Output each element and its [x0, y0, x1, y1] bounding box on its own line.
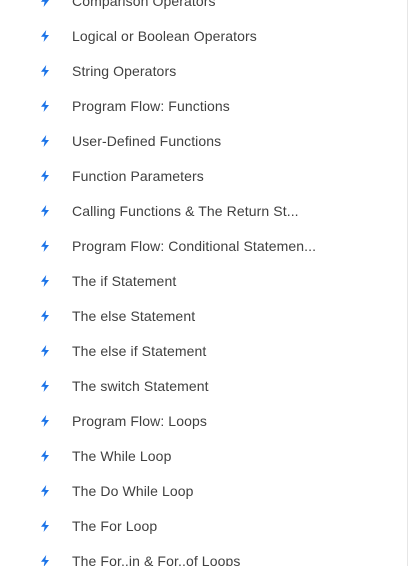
lightning-bolt-icon — [40, 29, 50, 42]
lightning-bolt-icon — [40, 449, 50, 462]
lesson-label: The For..in & For..of Loops — [72, 552, 241, 566]
lesson-item-comparison-operators[interactable]: Comparison Operators — [0, 0, 406, 18]
lesson-item-for-loop[interactable]: The For Loop — [0, 508, 406, 543]
lesson-label: Calling Functions & The Return St... — [72, 202, 299, 219]
lightning-bolt-icon — [40, 0, 50, 7]
lesson-label: The if Statement — [72, 272, 177, 289]
lesson-item-else-if-statement[interactable]: The else if Statement — [0, 333, 406, 368]
lesson-label: Comparison Operators — [72, 0, 216, 9]
lesson-list: Comparison Operators Logical or Boolean … — [0, 0, 406, 566]
lightning-bolt-icon — [40, 309, 50, 322]
lightning-bolt-icon — [40, 519, 50, 532]
lesson-item-calling-functions[interactable]: Calling Functions & The Return St... — [0, 193, 406, 228]
lightning-bolt-icon — [40, 169, 50, 182]
lesson-label: Program Flow: Functions — [72, 97, 230, 114]
lightning-bolt-icon — [40, 484, 50, 497]
lightning-bolt-icon — [40, 99, 50, 112]
lesson-item-else-statement[interactable]: The else Statement — [0, 298, 406, 333]
panel-border — [407, 0, 408, 566]
lesson-label: Program Flow: Loops — [72, 412, 207, 429]
lesson-item-switch-statement[interactable]: The switch Statement — [0, 368, 406, 403]
lesson-label: The While Loop — [72, 447, 172, 464]
lesson-label: The For Loop — [72, 517, 158, 534]
lightning-bolt-icon — [40, 554, 50, 566]
lesson-item-if-statement[interactable]: The if Statement — [0, 263, 406, 298]
lightning-bolt-icon — [40, 204, 50, 217]
lesson-item-program-flow-functions[interactable]: Program Flow: Functions — [0, 88, 406, 123]
lesson-label: The Do While Loop — [72, 482, 194, 499]
lightning-bolt-icon — [40, 239, 50, 252]
lesson-item-logical-operators[interactable]: Logical or Boolean Operators — [0, 18, 406, 53]
lesson-item-for-in-for-of-loops[interactable]: The For..in & For..of Loops — [0, 543, 406, 566]
lesson-label: The switch Statement — [72, 377, 209, 394]
lesson-label: Program Flow: Conditional Statemen... — [72, 237, 317, 254]
lightning-bolt-icon — [40, 134, 50, 147]
lesson-item-string-operators[interactable]: String Operators — [0, 53, 406, 88]
lightning-bolt-icon — [40, 344, 50, 357]
lesson-item-conditional-statements[interactable]: Program Flow: Conditional Statemen... — [0, 228, 406, 263]
lesson-item-user-defined-functions[interactable]: User-Defined Functions — [0, 123, 406, 158]
lightning-bolt-icon — [40, 274, 50, 287]
lesson-item-while-loop[interactable]: The While Loop — [0, 438, 406, 473]
lightning-bolt-icon — [40, 64, 50, 77]
lesson-item-program-flow-loops[interactable]: Program Flow: Loops — [0, 403, 406, 438]
lesson-label: The else if Statement — [72, 342, 207, 359]
lesson-label: String Operators — [72, 62, 177, 79]
lesson-label: User-Defined Functions — [72, 132, 222, 149]
lightning-bolt-icon — [40, 414, 50, 427]
lesson-label: The else Statement — [72, 307, 196, 324]
lesson-item-function-parameters[interactable]: Function Parameters — [0, 158, 406, 193]
lesson-item-do-while-loop[interactable]: The Do While Loop — [0, 473, 406, 508]
lightning-bolt-icon — [40, 379, 50, 392]
lesson-label: Logical or Boolean Operators — [72, 27, 257, 44]
lesson-label: Function Parameters — [72, 167, 204, 184]
